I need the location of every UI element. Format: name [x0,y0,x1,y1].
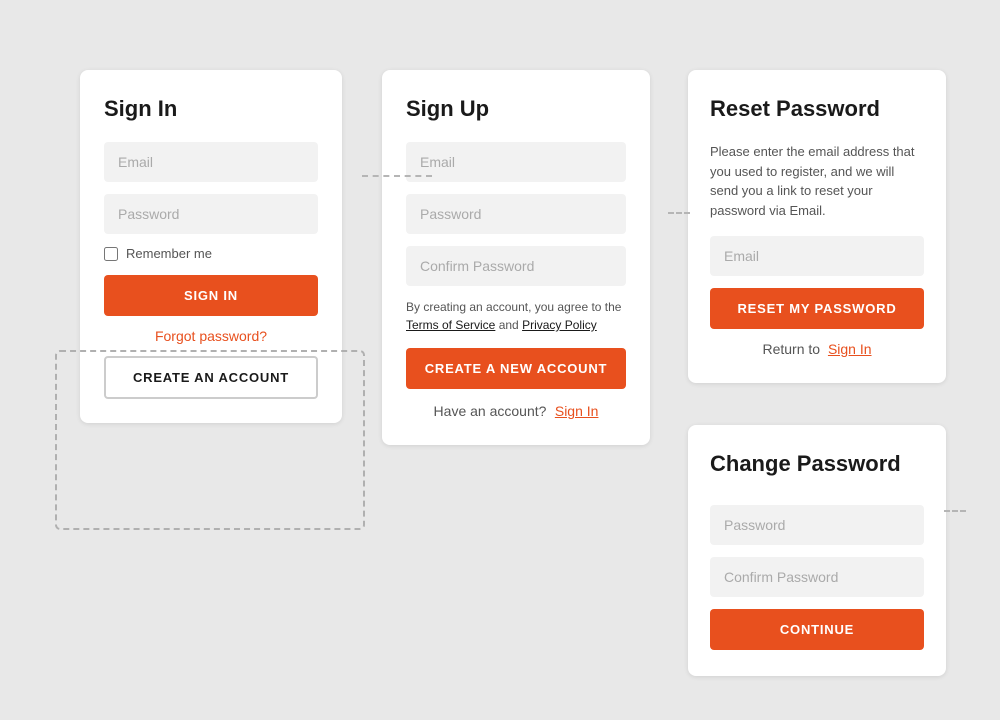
signin-password-input[interactable] [104,194,318,234]
change-panel: Change Password CONTINUE [688,425,946,676]
return-signin-row: Return to Sign In [710,341,924,357]
signup-email-input[interactable] [406,142,626,182]
change-right-connector [944,510,966,512]
forgot-password-link[interactable]: Forgot password? [155,328,267,344]
reset-title: Reset Password [710,96,924,122]
have-account-text: Have an account? [434,403,547,419]
reset-panel: Reset Password Please enter the email ad… [688,70,946,383]
change-password-input[interactable] [710,505,924,545]
remember-me-checkbox[interactable] [104,247,118,261]
privacy-link[interactable]: Privacy Policy [522,318,597,332]
remember-me-row: Remember me [104,246,318,261]
create-new-account-button[interactable]: CREATE A NEW ACCOUNT [406,348,626,389]
reset-email-input[interactable] [710,236,924,276]
reset-left-connector [668,212,690,214]
signup-confirm-input[interactable] [406,246,626,286]
continue-button[interactable]: CONTINUE [710,609,924,650]
have-account-row: Have an account? Sign In [406,403,626,421]
remember-me-label: Remember me [126,246,212,261]
signup-panel: Sign Up By creating an account, you agre… [382,70,650,445]
signup-title: Sign Up [406,96,626,122]
reset-subtitle: Please enter the email address that you … [710,142,924,220]
create-account-button[interactable]: CREATE AN ACCOUNT [104,356,318,399]
signin-email-input[interactable] [104,142,318,182]
signin-panel: Sign In Remember me SIGN IN Forgot passw… [80,70,342,423]
signin-title: Sign In [104,96,318,122]
signup-signin-link[interactable]: Sign In [555,403,599,419]
forgot-password-row: Forgot password? [104,328,318,346]
reset-password-button[interactable]: RESET MY PASSWORD [710,288,924,329]
change-confirm-input[interactable] [710,557,924,597]
signin-button[interactable]: SIGN IN [104,275,318,316]
terms-text: By creating an account, you agree to the… [406,298,626,334]
return-text: Return to [762,341,820,357]
change-title: Change Password [710,451,924,477]
reset-signin-link[interactable]: Sign In [828,341,872,357]
signup-password-input[interactable] [406,194,626,234]
terms-link[interactable]: Terms of Service [406,318,495,332]
